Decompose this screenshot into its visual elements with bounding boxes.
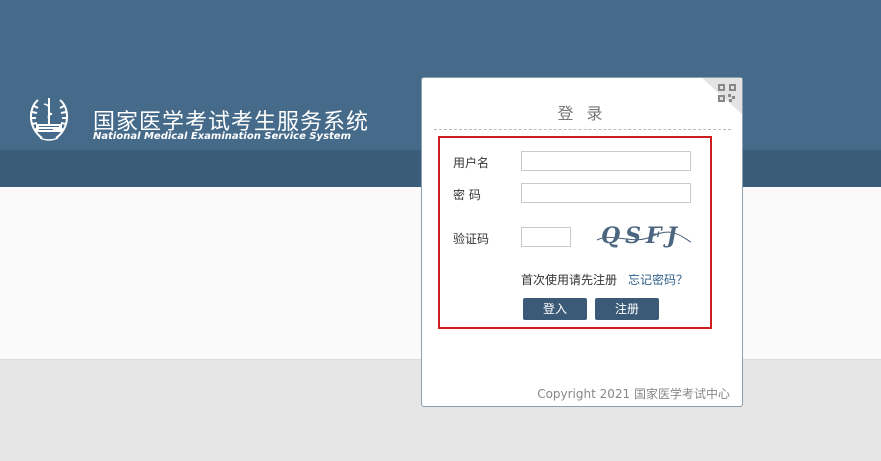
- captcha-input[interactable]: [521, 227, 571, 247]
- svg-text:QSFJ: QSFJ: [601, 223, 682, 249]
- register-button[interactable]: 注册: [595, 298, 659, 320]
- first-use-hint: 首次使用请先注册: [521, 273, 618, 287]
- username-input[interactable]: [521, 151, 691, 171]
- login-panel: 登 录 用户名 密 码 验证码 QSFJ 首次使用请先注册 忘记密码？ 登入 注…: [421, 77, 743, 407]
- captcha-label: 验证码: [453, 232, 490, 246]
- site-subtitle: National Medical Examination Service Sys…: [93, 131, 352, 142]
- username-label: 用户名: [453, 156, 490, 170]
- forgot-password-link[interactable]: 忘记密码？: [628, 271, 688, 288]
- password-input[interactable]: [521, 183, 691, 203]
- title-divider: [434, 129, 731, 130]
- login-button[interactable]: 登入: [523, 298, 587, 320]
- copyright-text: Copyright 2021 国家医学考试中心: [537, 387, 730, 401]
- login-title: 登 录: [557, 104, 607, 123]
- login-form-highlight: 用户名 密 码 验证码 QSFJ 首次使用请先注册 忘记密码？ 登入 注册: [438, 136, 712, 329]
- captcha-image[interactable]: QSFJ: [593, 218, 693, 252]
- medical-logo-icon: [30, 98, 68, 141]
- password-label: 密 码: [453, 188, 481, 202]
